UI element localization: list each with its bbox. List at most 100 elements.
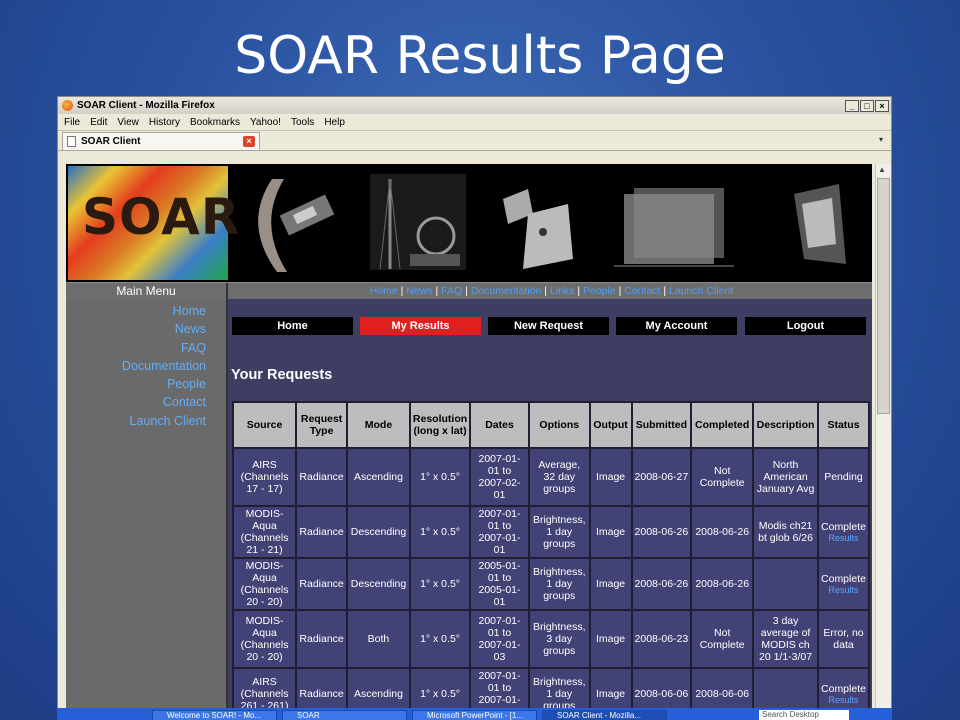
site-menu-strip: Main Menu Home | News | FAQ | Documentat… <box>66 282 872 300</box>
cell-text: AIRS (Channels 17 - 17) <box>240 459 289 495</box>
cell-text: Image <box>595 688 626 700</box>
window-titlebar: SOAR Client - Mozilla Firefox _ □ × <box>58 97 891 114</box>
top-links: Home | News | FAQ | Documentation | Link… <box>369 285 734 297</box>
cell-text: 1° x 0.5° <box>420 471 460 483</box>
menu-help[interactable]: Help <box>324 117 345 128</box>
cell-text: Radiance <box>299 471 344 483</box>
nav-new-request-button[interactable]: New Request <box>488 317 609 335</box>
sidebar-item-news[interactable]: News <box>66 320 226 338</box>
table-row: MODIS-Aqua (Channels 20 - 20) Radiance Bot… <box>231 609 870 669</box>
satellite-earth-image <box>258 179 335 272</box>
toplink-launch-client[interactable]: Launch Client <box>669 285 733 297</box>
taskbar-item-soar[interactable]: SOAR <box>282 710 407 720</box>
toplink-documentation[interactable]: Documentation <box>471 285 542 297</box>
results-link[interactable]: Results <box>821 533 866 543</box>
nav-my-account-button[interactable]: My Account <box>616 317 737 335</box>
cell-text: Brightness, 1 day groups <box>532 514 586 550</box>
sidebar-item-people[interactable]: People <box>66 375 226 393</box>
tab-list-arrow-icon[interactable]: ▾ <box>875 135 887 147</box>
sidebar-item-launch-client[interactable]: Launch Client <box>66 412 226 430</box>
cell-text: Image <box>595 633 626 645</box>
table-cell: Not Complete <box>690 447 755 507</box>
solar-panel-image <box>503 189 573 269</box>
cell-text: Descending <box>350 526 407 538</box>
menu-yahoo[interactable]: Yahoo! <box>250 117 281 128</box>
table-cell <box>752 557 819 611</box>
nav-home-button[interactable]: Home <box>232 317 353 335</box>
results-link[interactable]: Results <box>821 695 866 705</box>
taskbar-item-soar-client[interactable]: SOAR Client - Mozilla... <box>542 710 667 720</box>
table-cell: Brightness, 3 day groups <box>527 609 591 669</box>
cell-text: Brightness, 3 day groups <box>532 621 586 657</box>
windows-taskbar: Welcome to SOAR! - Mo... SOAR Microsoft … <box>57 708 892 720</box>
page-viewport: SOAR Main Menu Home | News | FAQ | Docum… <box>66 164 872 719</box>
cell-text: 1° x 0.5° <box>420 633 460 645</box>
sidebar-item-contact[interactable]: Contact <box>66 393 226 411</box>
scroll-thumb[interactable] <box>877 178 890 414</box>
sidebar-item-faq[interactable]: FAQ <box>66 339 226 357</box>
scroll-up-arrow-icon[interactable]: ▲ <box>878 165 886 174</box>
cell-text: Not Complete <box>699 627 745 651</box>
cell-text: Radiance <box>299 578 344 590</box>
cell-text: Brightness, 1 day groups <box>532 566 586 602</box>
menu-bookmarks[interactable]: Bookmarks <box>190 117 240 128</box>
taskbar-item-powerpoint[interactable]: Microsoft PowerPoint - [1... <box>412 710 537 720</box>
close-button[interactable]: × <box>875 99 889 112</box>
table-cell: Radiance <box>295 447 349 507</box>
cell-text: 2007-01-01 to 2007-02-01 <box>478 453 521 501</box>
site-banner: SOAR <box>66 164 872 282</box>
table-cell: Radiance <box>295 557 349 611</box>
minimize-button[interactable]: _ <box>845 99 859 112</box>
results-link[interactable]: Results <box>821 585 866 595</box>
menu-view[interactable]: View <box>117 117 139 128</box>
cell-text: Radiance <box>299 526 344 538</box>
table-cell: Both <box>346 609 411 669</box>
window-title: SOAR Client - Mozilla Firefox <box>77 100 215 111</box>
nav-logout-button[interactable]: Logout <box>745 317 866 335</box>
toplink-links[interactable]: Links <box>550 285 575 297</box>
data-volume-image <box>614 188 734 267</box>
cell-text: Not Complete <box>699 465 745 489</box>
cell-text: Image <box>595 526 626 538</box>
cell-text: 2007-01-01 to 2007-01-03 <box>478 615 521 663</box>
taskbar-item-welcome[interactable]: Welcome to SOAR! - Mo... <box>152 710 277 720</box>
table-cell: Average, 32 day groups <box>527 447 591 507</box>
table-cell: 2008-06-26 <box>690 505 755 559</box>
cell-text: Complete <box>821 573 866 585</box>
cell-text: 2007-01-01 to 2007-01-01 <box>478 508 521 556</box>
maximize-button[interactable]: □ <box>860 99 874 112</box>
cell-text: North American January Avg <box>756 459 815 495</box>
tab-close-icon[interactable]: × <box>243 136 255 147</box>
toplink-news[interactable]: News <box>406 285 432 297</box>
vertical-scrollbar[interactable]: ▲ <box>875 164 891 719</box>
menu-file[interactable]: File <box>64 117 80 128</box>
cell-text: Ascending <box>353 471 403 483</box>
menu-edit[interactable]: Edit <box>90 117 107 128</box>
sidebar-item-documentation[interactable]: Documentation <box>66 357 226 375</box>
table-cell: Radiance <box>295 609 349 669</box>
cell-text: Ascending <box>353 688 403 700</box>
sidebar-item-home[interactable]: Home <box>66 302 226 320</box>
table-row: MODIS-Aqua (Channels 21 - 21) Radiance Des… <box>231 505 870 559</box>
toplink-people[interactable]: People <box>583 285 616 297</box>
sidebar: Home News FAQ Documentation People Conta… <box>66 299 228 719</box>
toplink-contact[interactable]: Contact <box>624 285 660 297</box>
cell-text: 1° x 0.5° <box>420 688 460 700</box>
menu-tools[interactable]: Tools <box>291 117 314 128</box>
toplink-faq[interactable]: FAQ <box>441 285 462 297</box>
desktop-search-input[interactable]: Search Desktop <box>759 710 849 720</box>
tab-soar-client[interactable]: SOAR Client × <box>62 132 260 150</box>
cell-text: 1° x 0.5° <box>420 526 460 538</box>
table-cell: Descending <box>346 505 411 559</box>
slide-title: SOAR Results Page <box>234 26 726 86</box>
column-header: Request Type <box>295 401 349 449</box>
cell-text: 1° x 0.5° <box>420 578 460 590</box>
menu-history[interactable]: History <box>149 117 180 128</box>
cell-text: 2008-06-26 <box>695 526 750 538</box>
toplink-home[interactable]: Home <box>370 285 398 297</box>
firefox-icon <box>62 100 73 111</box>
table-cell: 2007-01-01 to 2007-01-03 <box>469 609 530 669</box>
cell-text: MODIS-Aqua (Channels 21 - 21) <box>240 508 289 556</box>
nav-my-results-button[interactable]: My Results <box>360 317 481 335</box>
cell-text: 3 day average of MODIS ch 20 1/1-3/07 <box>758 615 813 663</box>
